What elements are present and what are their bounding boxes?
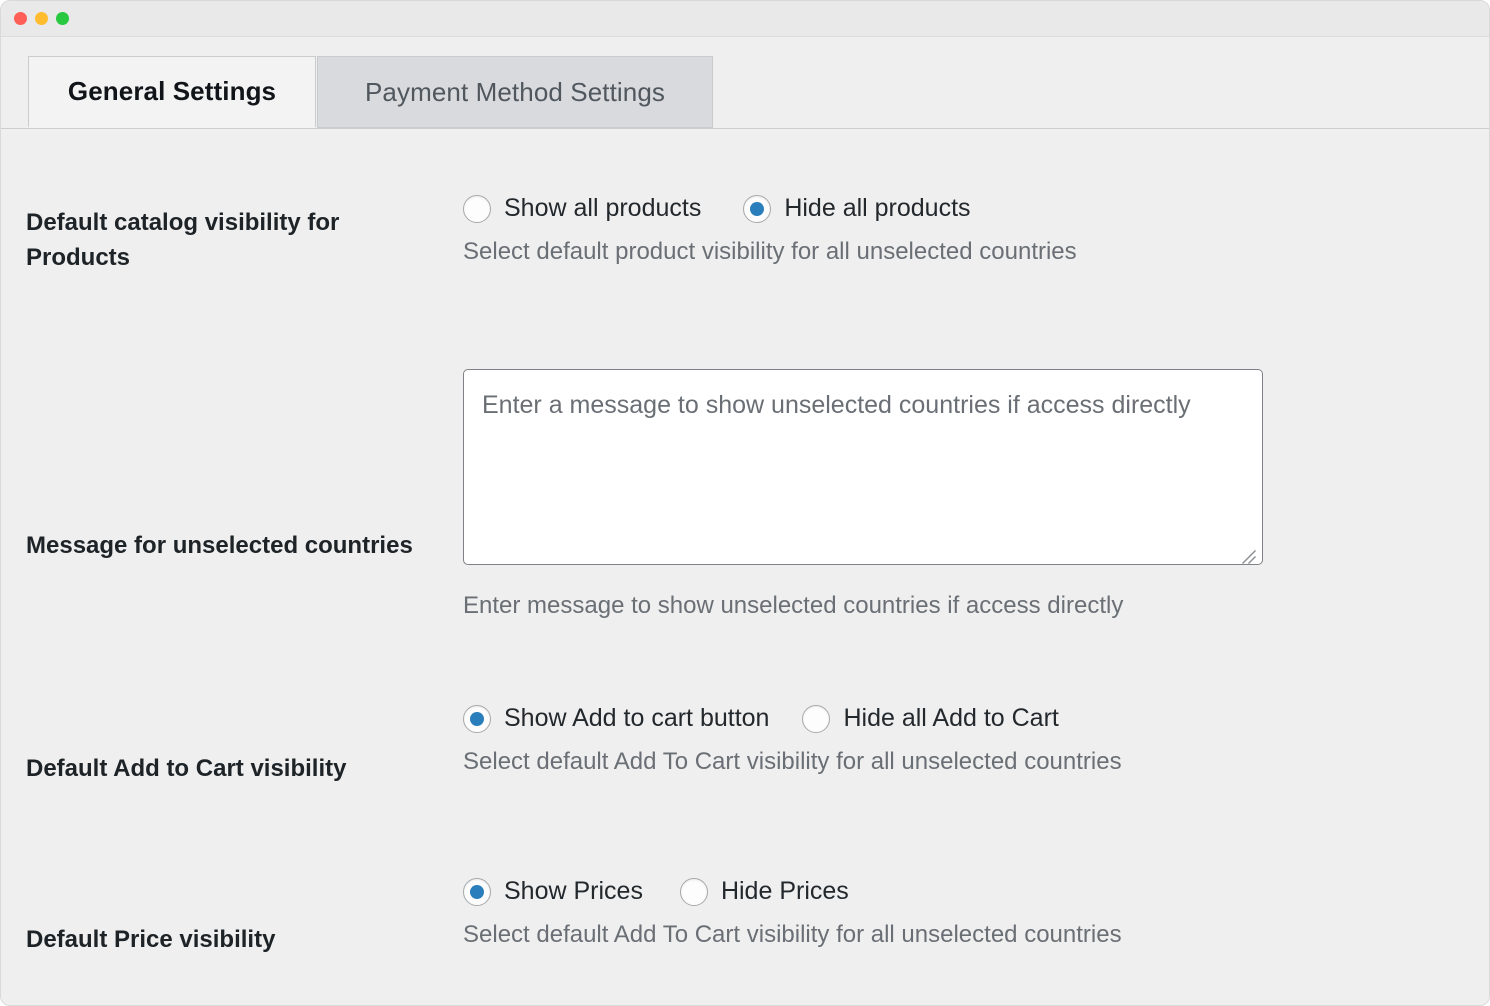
setting-row-add-to-cart-visibility: Default Add to Cart visibility Show Add …	[1, 704, 1489, 787]
add-to-cart-visibility-field: Show Add to cart button Hide all Add to …	[463, 704, 1489, 778]
radio-show-add-to-cart-button-icon[interactable]	[463, 704, 491, 733]
unselected-message-help-text: Enter message to show unselected countri…	[463, 592, 1124, 619]
radio-hide-prices-icon[interactable]	[679, 877, 708, 906]
tab-payment-method-settings[interactable]: Payment Method Settings	[317, 56, 713, 128]
radio-option-hide-prices[interactable]: Hide Prices	[679, 877, 849, 906]
radio-show-prices-label: Show Prices	[504, 877, 643, 905]
add-to-cart-visibility-help-text: Select default Add To Cart visibility fo…	[463, 748, 1122, 775]
unselected-message-field: Enter message to show unselected countri…	[463, 369, 1489, 622]
close-window-button[interactable]	[14, 12, 27, 25]
radio-hide-all-products-label: Hide all products	[784, 194, 971, 222]
catalog-visibility-label: Default catalog visibility for Products	[26, 209, 340, 271]
catalog-visibility-field: Show all products Hide all products Sele…	[463, 194, 1489, 268]
catalog-visibility-radio-group: Show all products Hide all products	[463, 194, 1471, 223]
unselected-message-textarea[interactable]	[463, 369, 1263, 565]
price-visibility-help-text: Select default Add To Cart visibility fo…	[463, 921, 1122, 948]
radio-hide-all-add-to-cart-icon[interactable]	[802, 704, 831, 733]
radio-option-hide-all-products[interactable]: Hide all products	[743, 194, 971, 223]
radio-hide-prices-label: Hide Prices	[720, 877, 849, 905]
radio-show-prices-icon[interactable]	[463, 877, 491, 906]
unselected-message-label: Message for unselected countries	[26, 532, 413, 559]
setting-row-unselected-message: Message for unselected countries Enter m…	[1, 369, 1489, 622]
window-titlebar	[1, 1, 1489, 37]
maximize-window-button[interactable]	[56, 12, 69, 25]
radio-option-show-all-products[interactable]: Show all products	[463, 194, 701, 223]
radio-show-add-to-cart-button-label: Show Add to cart button	[504, 704, 770, 732]
radio-option-show-prices[interactable]: Show Prices	[463, 877, 643, 906]
radio-show-all-products-icon[interactable]	[463, 194, 491, 223]
radio-hide-all-products-icon[interactable]	[743, 194, 772, 223]
setting-row-catalog-visibility: Default catalog visibility for Products …	[1, 194, 1489, 276]
radio-option-hide-all-add-to-cart[interactable]: Hide all Add to Cart	[802, 704, 1059, 733]
price-visibility-radio-group: Show Prices Hide Prices	[463, 877, 1471, 906]
radio-option-show-add-to-cart-button[interactable]: Show Add to cart button	[463, 704, 769, 733]
window-controls	[14, 12, 69, 25]
radio-hide-all-add-to-cart-label: Hide all Add to Cart	[843, 704, 1059, 732]
setting-row-price-visibility: Default Price visibility Show Prices Hid…	[1, 877, 1489, 958]
app-window: General Settings Payment Method Settings…	[0, 0, 1490, 1006]
tab-bar: General Settings Payment Method Settings	[1, 37, 1489, 130]
settings-panel: Default catalog visibility for Products …	[1, 129, 1489, 1005]
price-visibility-field: Show Prices Hide Prices Select default A…	[463, 877, 1489, 951]
catalog-visibility-help-text: Select default product visibility for al…	[463, 238, 1077, 265]
price-visibility-label: Default Price visibility	[26, 926, 276, 953]
radio-show-all-products-label: Show all products	[504, 194, 702, 222]
add-to-cart-radio-group: Show Add to cart button Hide all Add to …	[463, 704, 1471, 733]
minimize-window-button[interactable]	[35, 12, 48, 25]
tab-general-settings[interactable]: General Settings	[28, 56, 316, 128]
add-to-cart-visibility-label: Default Add to Cart visibility	[26, 755, 347, 782]
